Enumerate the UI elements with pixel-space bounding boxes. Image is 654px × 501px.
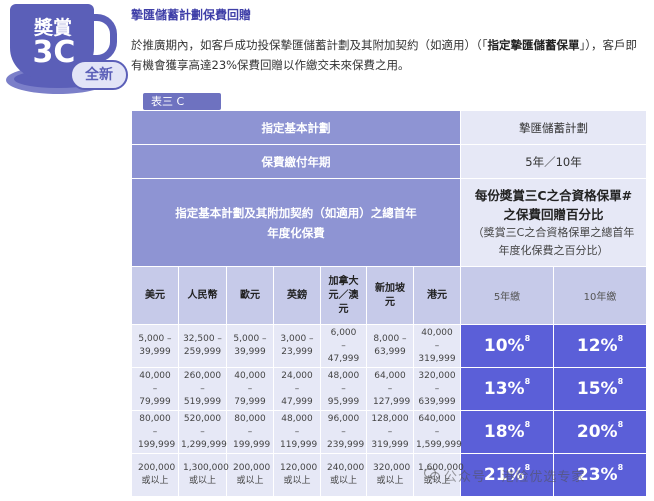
- plan-value: 摯匯儲蓄計劃: [460, 110, 647, 145]
- wechat-icon: [424, 467, 440, 481]
- band-cell: 40,000 – 79,999: [131, 367, 179, 411]
- currency-header: 港元: [413, 266, 461, 325]
- footnote-mark: 8: [617, 334, 624, 343]
- rebate-value: 12%: [576, 336, 618, 356]
- band-cell: 1,300,000 或以上: [178, 453, 229, 497]
- rebate-10yr: 15%8: [553, 367, 647, 411]
- watermark: 公众号 · 港险优选专家: [444, 470, 586, 485]
- rebate-table: 指定基本計劃 摯匯儲蓄計劃 保費繳付年期 5年／10年 指定基本計劃及其附加契約…: [131, 110, 647, 497]
- rebate-5yr: 10%8: [460, 324, 554, 368]
- band-cell: 48,000 – 119,999: [273, 410, 321, 454]
- band-cell: 260,000 – 519,999: [178, 367, 227, 411]
- band-cell: 5,000 – 39,999: [131, 324, 179, 368]
- band-cell: 240,000 或以上: [320, 453, 367, 497]
- band-cell: 64,000 – 127,999: [366, 367, 414, 411]
- band-cell: 120,000 或以上: [273, 453, 321, 497]
- term-label: 保費繳付年期: [131, 144, 461, 179]
- band-cell: 96,000 – 239,999: [320, 410, 367, 454]
- band-cell: 200,000 或以上: [131, 453, 179, 497]
- table-tag: 表三 C: [143, 93, 221, 110]
- band-cell: 320,000 或以上: [366, 453, 414, 497]
- footnote-mark: 8: [617, 463, 624, 472]
- rebate-value: 15%: [576, 379, 618, 399]
- premium-right-cell: 每份獎賞三C之合資格保單#之保費回贈百分比 （獎賞三C之合資格保單之總首年年度化…: [460, 178, 647, 267]
- premium-right-note: （獎賞三C之合資格保單之總首年年度化保費之百分比）: [472, 225, 635, 257]
- currency-header: 英鎊: [273, 266, 321, 325]
- band-cell: 40,000 – 79,999: [226, 367, 274, 411]
- table-row: 5,000 – 39,999 32,500 – 259,999 5,000 – …: [131, 324, 647, 368]
- band-cell: 5,000 – 39,999: [226, 324, 274, 368]
- currency-header: 美元: [131, 266, 179, 325]
- rebate-5yr: 13%8: [460, 367, 554, 411]
- currency-header: 歐元: [226, 266, 274, 325]
- footnote-mark: 8: [524, 420, 531, 429]
- currency-header: 人民幣: [178, 266, 227, 325]
- band-cell: 128,000 – 319,999: [366, 410, 414, 454]
- term-value: 5年／10年: [460, 144, 647, 179]
- rebate-value: 18%: [483, 422, 525, 442]
- intro-part1: 於推廣期內，如客戶成功投保摯匯儲蓄計劃及其附加契約（如適用）（「: [131, 38, 488, 52]
- period-header: 10年繳: [553, 266, 647, 325]
- premium-right-title: 每份獎賞三C之合資格保單#之保費回贈百分比: [474, 187, 633, 222]
- table-row: 80,000 – 199,999 520,000 – 1,299,999 80,…: [131, 410, 647, 454]
- band-cell: 48,000 – 95,999: [320, 367, 367, 411]
- premium-label: 指定基本計劃及其附加契約（如適用）之總首年年度化保費: [131, 178, 461, 267]
- band-cell: 200,000 或以上: [226, 453, 274, 497]
- new-pill: 全新: [70, 60, 128, 90]
- rebate-value: 10%: [483, 336, 525, 356]
- table-row: 40,000 – 79,999 260,000 – 519,999 40,000…: [131, 367, 647, 411]
- currency-header: 加拿大元／澳元: [320, 266, 367, 325]
- rebate-value: 13%: [483, 379, 525, 399]
- currency-header: 新加坡元: [366, 266, 414, 325]
- footnote-mark: 8: [617, 420, 624, 429]
- footnote-mark: 8: [524, 334, 531, 343]
- band-cell: 640,000 – 1,599,999: [413, 410, 462, 454]
- rebate-10yr: 20%8: [553, 410, 647, 454]
- footnote-mark: 8: [617, 377, 624, 386]
- rebate-value: 20%: [576, 422, 618, 442]
- section-title: 摯匯儲蓄計劃保費回贈: [131, 8, 252, 22]
- band-cell: 24,000 – 47,999: [273, 367, 321, 411]
- intro-paragraph: 於推廣期內，如客戶成功投保摯匯儲蓄計劃及其附加契約（如適用）（「指定摯匯儲蓄保單…: [131, 35, 647, 75]
- rebate-10yr: 12%8: [553, 324, 647, 368]
- band-cell: 6,000 – 47,999: [320, 324, 367, 368]
- band-cell: 40,000 – 319,999: [413, 324, 461, 368]
- band-cell: 80,000 – 199,999: [131, 410, 179, 454]
- intro-bold: 指定摯匯儲蓄保單: [487, 38, 580, 52]
- band-cell: 320,000 – 639,999: [413, 367, 461, 411]
- period-header: 5年繳: [460, 266, 554, 325]
- band-cell: 80,000 – 199,999: [226, 410, 274, 454]
- band-cell: 32,500 – 259,999: [178, 324, 227, 368]
- rebate-5yr: 18%8: [460, 410, 554, 454]
- award-3c-badge: 獎賞 3C 全新: [0, 0, 128, 108]
- band-cell: 520,000 – 1,299,999: [178, 410, 227, 454]
- band-cell: 3,000 – 23,999: [273, 324, 321, 368]
- footnote-mark: 8: [524, 377, 531, 386]
- new-pill-label: 全新: [85, 67, 113, 83]
- plan-label: 指定基本計劃: [131, 110, 461, 145]
- band-cell: 8,000 – 63,999: [366, 324, 414, 368]
